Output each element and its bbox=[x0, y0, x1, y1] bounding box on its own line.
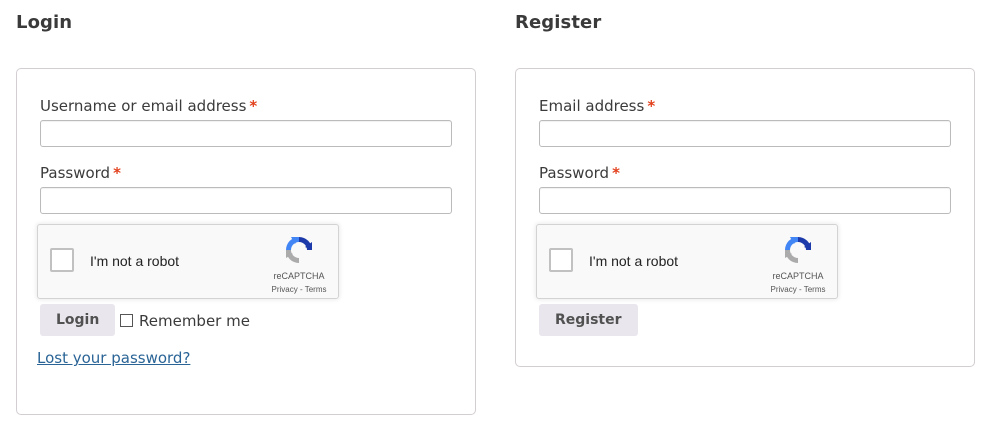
recaptcha-logo-icon bbox=[785, 237, 811, 263]
recaptcha-privacy-link[interactable]: Privacy bbox=[771, 285, 797, 294]
login-form: Username or email address * Password * I'm… bbox=[16, 68, 476, 415]
register-password-label: Password * bbox=[539, 164, 620, 182]
recaptcha-logo-icon bbox=[286, 237, 312, 263]
recaptcha-terms-link[interactable]: Terms bbox=[804, 285, 826, 294]
username-label-text: Username or email address bbox=[40, 97, 247, 115]
recaptcha-links: Privacy - Terms bbox=[765, 285, 831, 294]
password-label: Password * bbox=[40, 164, 121, 182]
login-button[interactable]: Login bbox=[40, 304, 116, 336]
username-label: Username or email address * bbox=[40, 97, 257, 115]
register-password-input[interactable] bbox=[539, 187, 951, 214]
recaptcha-separator: - bbox=[297, 285, 305, 294]
recaptcha-widget: I'm not a robot reCAPTCHA Privacy - Term… bbox=[37, 224, 339, 299]
recaptcha-brand: reCAPTCHA bbox=[772, 271, 824, 281]
required-mark: * bbox=[647, 97, 656, 115]
recaptcha-checkbox[interactable] bbox=[549, 248, 573, 272]
register-password-label-text: Password bbox=[539, 164, 610, 182]
recaptcha-links: Privacy - Terms bbox=[266, 285, 332, 294]
password-label-text: Password bbox=[40, 164, 111, 182]
required-mark: * bbox=[113, 164, 121, 182]
register-button[interactable]: Register bbox=[539, 304, 638, 336]
required-mark: * bbox=[249, 97, 258, 115]
remember-me-checkbox[interactable] bbox=[120, 314, 133, 327]
recaptcha-privacy-link[interactable]: Privacy bbox=[272, 285, 298, 294]
remember-me-label: Remember me bbox=[139, 312, 250, 330]
remember-me[interactable]: Remember me bbox=[120, 312, 250, 330]
password-input[interactable] bbox=[40, 187, 452, 214]
recaptcha-label: I'm not a robot bbox=[90, 253, 180, 269]
recaptcha-widget: I'm not a robot reCAPTCHA Privacy - Term… bbox=[536, 224, 838, 299]
username-input[interactable] bbox=[40, 120, 452, 147]
login-heading: Login bbox=[16, 12, 73, 33]
email-input[interactable] bbox=[539, 120, 951, 147]
recaptcha-separator: - bbox=[796, 285, 804, 294]
email-label: Email address * bbox=[539, 97, 655, 115]
register-heading: Register bbox=[515, 12, 602, 33]
recaptcha-terms-link[interactable]: Terms bbox=[305, 285, 327, 294]
lost-password-link[interactable]: Lost your password? bbox=[37, 349, 190, 367]
email-label-text: Email address bbox=[539, 97, 645, 115]
recaptcha-label: I'm not a robot bbox=[589, 253, 679, 269]
recaptcha-brand: reCAPTCHA bbox=[273, 271, 325, 281]
required-mark: * bbox=[612, 164, 620, 182]
register-form: Email address * Password * I'm not a robot… bbox=[515, 68, 975, 367]
recaptcha-checkbox[interactable] bbox=[50, 248, 74, 272]
